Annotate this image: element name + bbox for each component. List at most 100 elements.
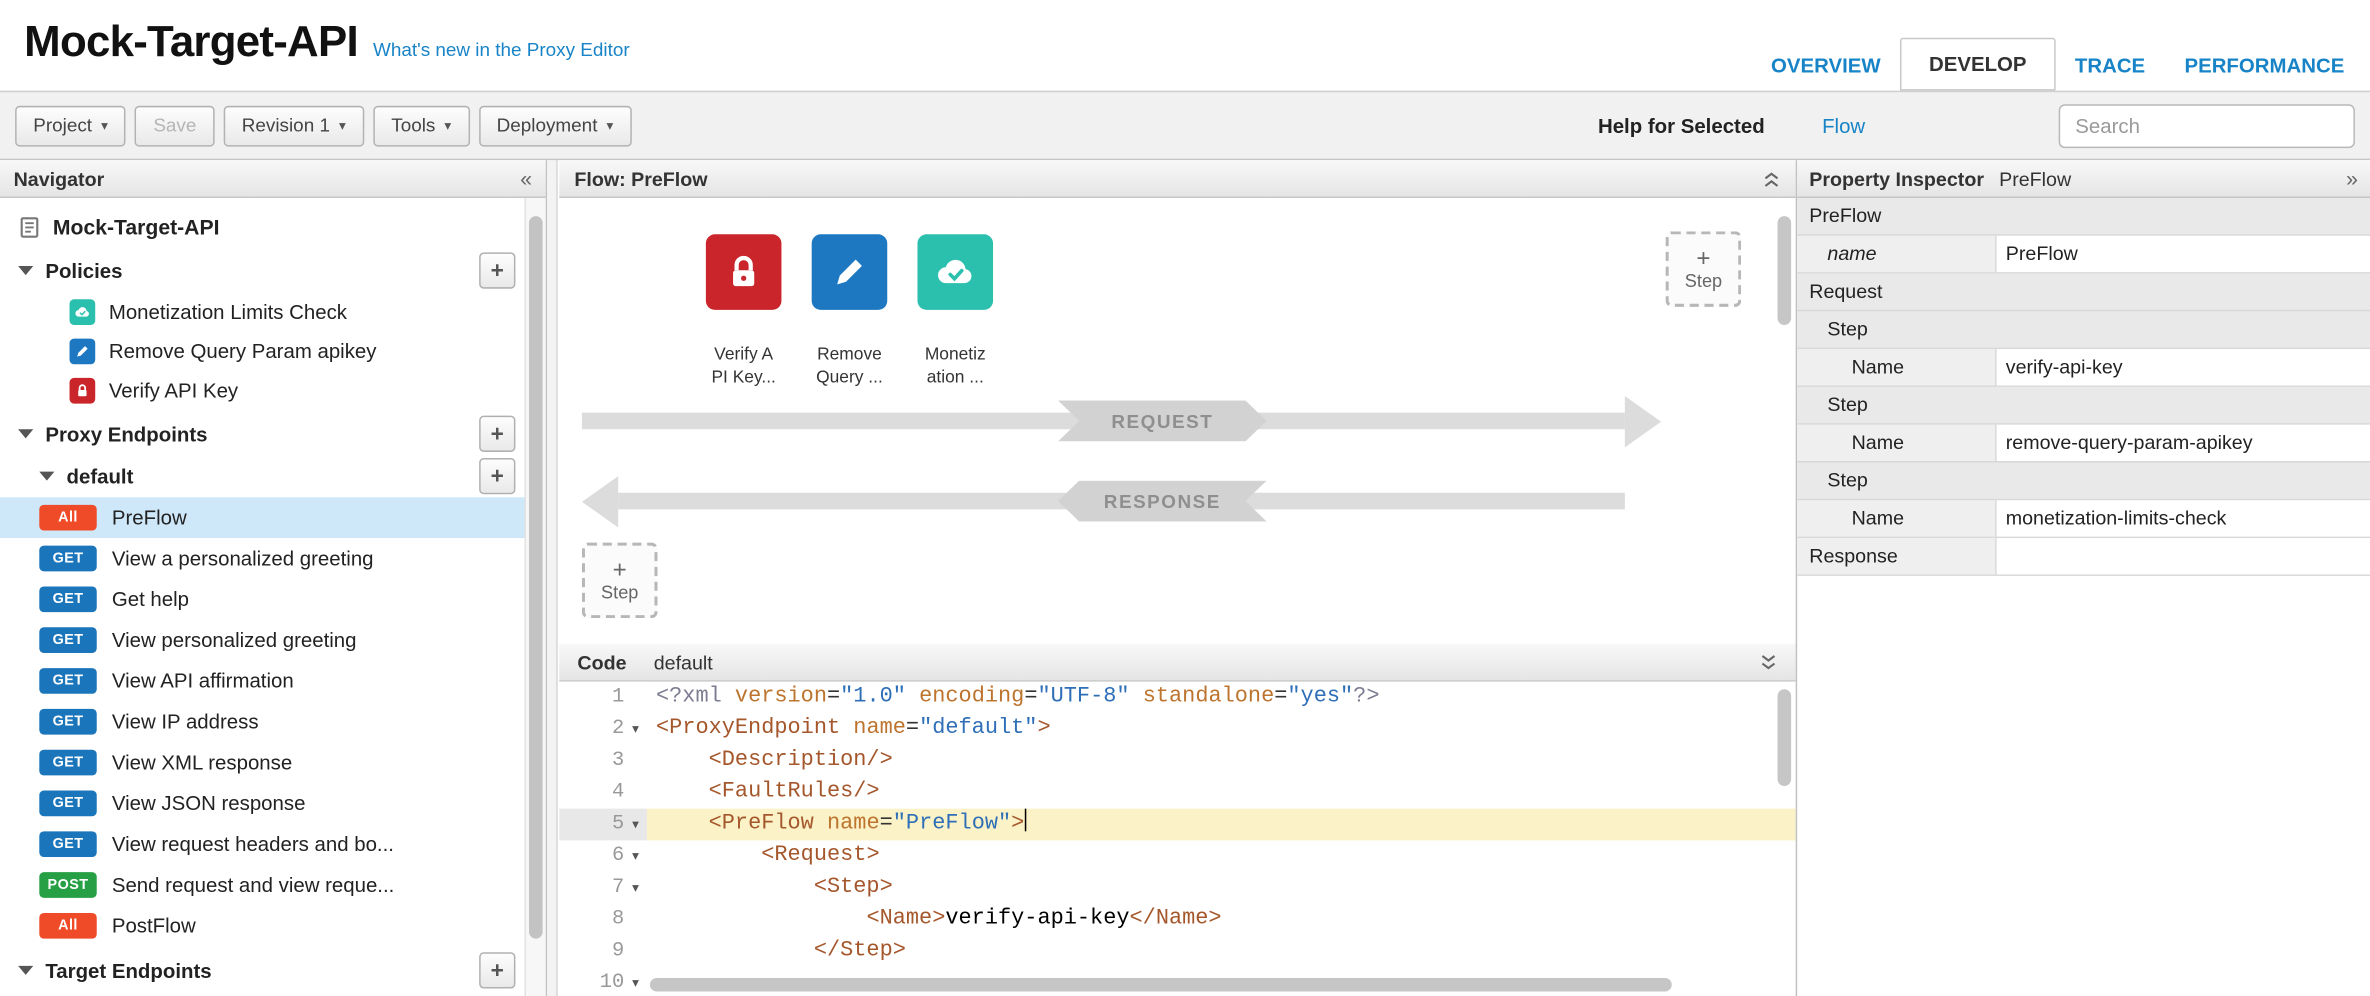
field-value[interactable]: verify-api-key [1997, 349, 2370, 385]
help-flow-link[interactable]: Flow [1822, 114, 1865, 137]
tools-menu-button[interactable]: Tools ▾ [373, 105, 469, 146]
navigator-flow-view-a-personalized-greeting[interactable]: GET View a personalized greeting [0, 538, 524, 579]
flow-policy-monetization[interactable]: Monetization ... [907, 234, 1004, 390]
navigator-flow-view-xml-response[interactable]: GETView XML response [0, 742, 524, 783]
flow-policy-verify-api-key[interactable]: Verify API Key... [695, 234, 792, 390]
disclosure-triangle-icon[interactable] [18, 266, 33, 275]
code-editor[interactable]: 1<?xml version="1.0" encoding="UTF-8" st… [559, 682, 1795, 996]
code-line-6[interactable]: 6▾ <Request> [559, 840, 1795, 872]
code-line-4[interactable]: 4 <FaultRules/> [559, 777, 1795, 809]
save-button[interactable]: Save [135, 105, 214, 146]
method-badge: GET [39, 546, 96, 572]
project-menu-button[interactable]: Project ▾ [15, 105, 126, 146]
disclosure-triangle-icon[interactable] [18, 429, 33, 438]
navigator-root-item[interactable]: Mock-Target-API [0, 207, 524, 246]
navigator-scrollbar-track[interactable] [524, 198, 545, 996]
field-key: Name [1797, 349, 1997, 385]
add-flow-button[interactable]: + [479, 458, 515, 494]
revision-menu-button[interactable]: Revision 1 ▾ [224, 105, 364, 146]
inspector-field-response: Response [1797, 538, 2370, 576]
inspector-section-step: Step [1797, 311, 2370, 349]
endpoint-item-default[interactable]: default + [0, 455, 524, 497]
sidebar-section-proxy-endpoints[interactable]: Proxy Endpoints + [0, 413, 524, 455]
disclosure-triangle-icon[interactable] [39, 472, 54, 481]
policy-label: Monetization Limits Check [109, 300, 347, 323]
chevron-down-icon: ▾ [101, 117, 108, 134]
code-line-5[interactable]: 5▾ <PreFlow name="PreFlow"> [559, 809, 1795, 841]
navigator-flow-get-help[interactable]: GETGet help [0, 579, 524, 620]
add-proxy-endpoint-button[interactable]: + [479, 416, 515, 452]
code-line-7[interactable]: 7▾ <Step> [559, 872, 1795, 904]
expand-panel-icon[interactable]: » [2346, 166, 2358, 190]
panel-splitter[interactable] [547, 160, 558, 996]
navigator-flow-view-ip-address[interactable]: GETView IP address [0, 701, 524, 742]
whats-new-link[interactable]: What's new in the Proxy Editor [373, 39, 630, 60]
fold-arrow-icon[interactable]: ▾ [624, 840, 647, 872]
navigator-flow-view-api-affirmation[interactable]: GETView API affirmation [0, 661, 524, 702]
flow-label: View a personalized greeting [112, 547, 374, 570]
sidebar-section-target-endpoints[interactable]: Target Endpoints + [0, 949, 524, 991]
navigator-flow-view-personalized-greeting[interactable]: GETView personalized greeting [0, 620, 524, 661]
chevron-down-icon: ▾ [444, 117, 451, 134]
navigator-flow-postflow[interactable]: AllPostFlow [0, 905, 524, 946]
code-text: <Request> [647, 840, 880, 872]
tab-overview[interactable]: OVERVIEW [1751, 41, 1900, 91]
code-line-2[interactable]: 2▾<ProxyEndpoint name="default"> [559, 713, 1795, 745]
navigator-flow-send-request-and-view-reque[interactable]: POSTSend request and view reque... [0, 865, 524, 906]
tab-develop[interactable]: DEVELOP [1900, 38, 2055, 91]
field-value[interactable]: monetization-limits-check [1997, 500, 2370, 536]
navigator-scrollbar-thumb[interactable] [529, 216, 543, 938]
policy-item-verify-api-key[interactable]: Verify API Key [0, 370, 524, 409]
inspector-section-preflow: PreFlow [1797, 198, 2370, 236]
code-line-1[interactable]: 1<?xml version="1.0" encoding="UTF-8" st… [559, 682, 1795, 714]
navigator-flow-view-json-response[interactable]: GETView JSON response [0, 783, 524, 824]
add-step-button-request[interactable]: + Step [1666, 231, 1742, 307]
navigator-flow-preflow[interactable]: AllPreFlow [0, 497, 524, 538]
code-hscrollbar-thumb[interactable] [650, 978, 1672, 992]
fold-arrow-icon[interactable]: ▾ [624, 809, 647, 841]
collapse-code-panel-icon[interactable] [1759, 652, 1777, 672]
request-label-band: REQUEST [1058, 401, 1267, 442]
code-line-8[interactable]: 8 <Name>verify-api-key</Name> [559, 904, 1795, 936]
line-number: 9 [559, 936, 647, 968]
line-number: 1 [559, 682, 647, 714]
code-file-label: default [654, 651, 713, 674]
code-vscrollbar-thumb[interactable] [1778, 689, 1792, 786]
proxy-endpoints-section-label: Proxy Endpoints [45, 422, 207, 445]
tools-menu-label: Tools [391, 115, 435, 136]
property-inspector-subtitle: PreFlow [1999, 167, 2071, 190]
inspector-field-name: Nameremove-query-param-apikey [1797, 425, 2370, 463]
code-line-3[interactable]: 3 <Description/> [559, 745, 1795, 777]
flow-label: Send request and view reque... [112, 874, 394, 897]
field-value[interactable] [1997, 538, 2370, 574]
fold-arrow-icon[interactable]: ▾ [624, 713, 647, 745]
search-input[interactable] [2059, 104, 2355, 148]
add-target-endpoint-button[interactable]: + [479, 952, 515, 988]
deployment-menu-button[interactable]: Deployment ▾ [478, 105, 631, 146]
collapse-flow-panel-icon[interactable] [1762, 169, 1780, 189]
step-button-label: Step [1685, 270, 1722, 291]
flow-list: AllPreFlow GET View a personalized greetin… [0, 497, 524, 946]
collapse-panel-icon[interactable]: « [520, 166, 532, 190]
disclosure-triangle-icon[interactable] [18, 966, 33, 975]
sidebar-section-policies[interactable]: Policies + [0, 249, 524, 291]
project-menu-label: Project [33, 115, 92, 136]
code-panel-title: Code [577, 651, 626, 674]
flow-scrollbar-thumb[interactable] [1778, 216, 1792, 325]
field-value[interactable]: PreFlow [1997, 236, 2370, 272]
flow-policy-remove-query-param[interactable]: RemoveQuery ... [801, 234, 898, 390]
deployment-menu-label: Deployment [497, 115, 598, 136]
code-line-9[interactable]: 9 </Step> [559, 936, 1795, 968]
field-value[interactable]: remove-query-param-apikey [1997, 425, 2370, 461]
flow-label: View XML response [112, 751, 292, 774]
navigator-flow-view-request-headers-and-bo[interactable]: GETView request headers and bo... [0, 824, 524, 865]
policy-item-remove-query-param-apikey[interactable]: Remove Query Param apikey [0, 331, 524, 370]
add-step-button-response[interactable]: + Step [582, 543, 658, 619]
tab-trace[interactable]: TRACE [2055, 41, 2165, 91]
fold-arrow-icon[interactable]: ▾ [624, 872, 647, 904]
add-policy-button[interactable]: + [479, 252, 515, 288]
policy-item-monetization-limits-check[interactable]: Monetization Limits Check [0, 292, 524, 331]
help-for-selected-label: Help for Selected [1598, 114, 1765, 137]
tab-performance[interactable]: PERFORMANCE [2165, 41, 2364, 91]
fold-arrow-icon[interactable]: ▾ [624, 967, 647, 996]
